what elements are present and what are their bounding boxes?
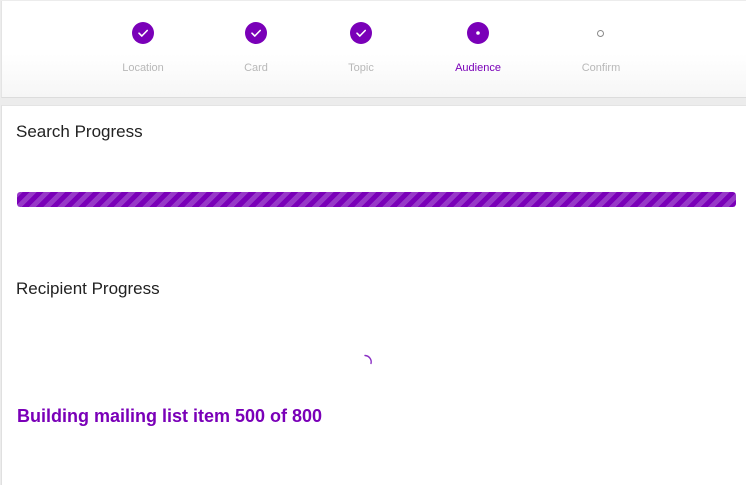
step-label-confirm: Confirm (581, 62, 621, 74)
step-pending-icon (597, 30, 604, 37)
step-label-audience: Audience (455, 62, 501, 74)
step-active-icon (467, 22, 489, 44)
step-topic[interactable]: Topic (301, 1, 421, 97)
step-label-card: Card (244, 62, 268, 74)
step-card[interactable]: Card (196, 1, 316, 97)
step-label-location: Location (122, 62, 164, 74)
progress-panel: Search Progress Recipient Progress Build… (1, 105, 746, 485)
wizard-stepper: Location Card Topic Audience Confirm (1, 1, 746, 98)
step-audience[interactable]: Audience (418, 1, 538, 97)
step-complete-icon (350, 22, 372, 44)
step-complete-icon (132, 22, 154, 44)
search-progress-title: Search Progress (16, 122, 143, 141)
step-confirm[interactable]: Confirm (541, 1, 661, 97)
recipient-progress-title: Recipient Progress (16, 279, 160, 298)
loading-spinner-icon (357, 354, 373, 370)
step-complete-icon (245, 22, 267, 44)
step-label-topic: Topic (348, 62, 374, 74)
recipient-status-text: Building mailing list item 500 of 800 (17, 406, 323, 426)
step-location[interactable]: Location (83, 1, 203, 97)
search-progress-fill (17, 192, 736, 207)
search-progress-bar (17, 192, 736, 207)
